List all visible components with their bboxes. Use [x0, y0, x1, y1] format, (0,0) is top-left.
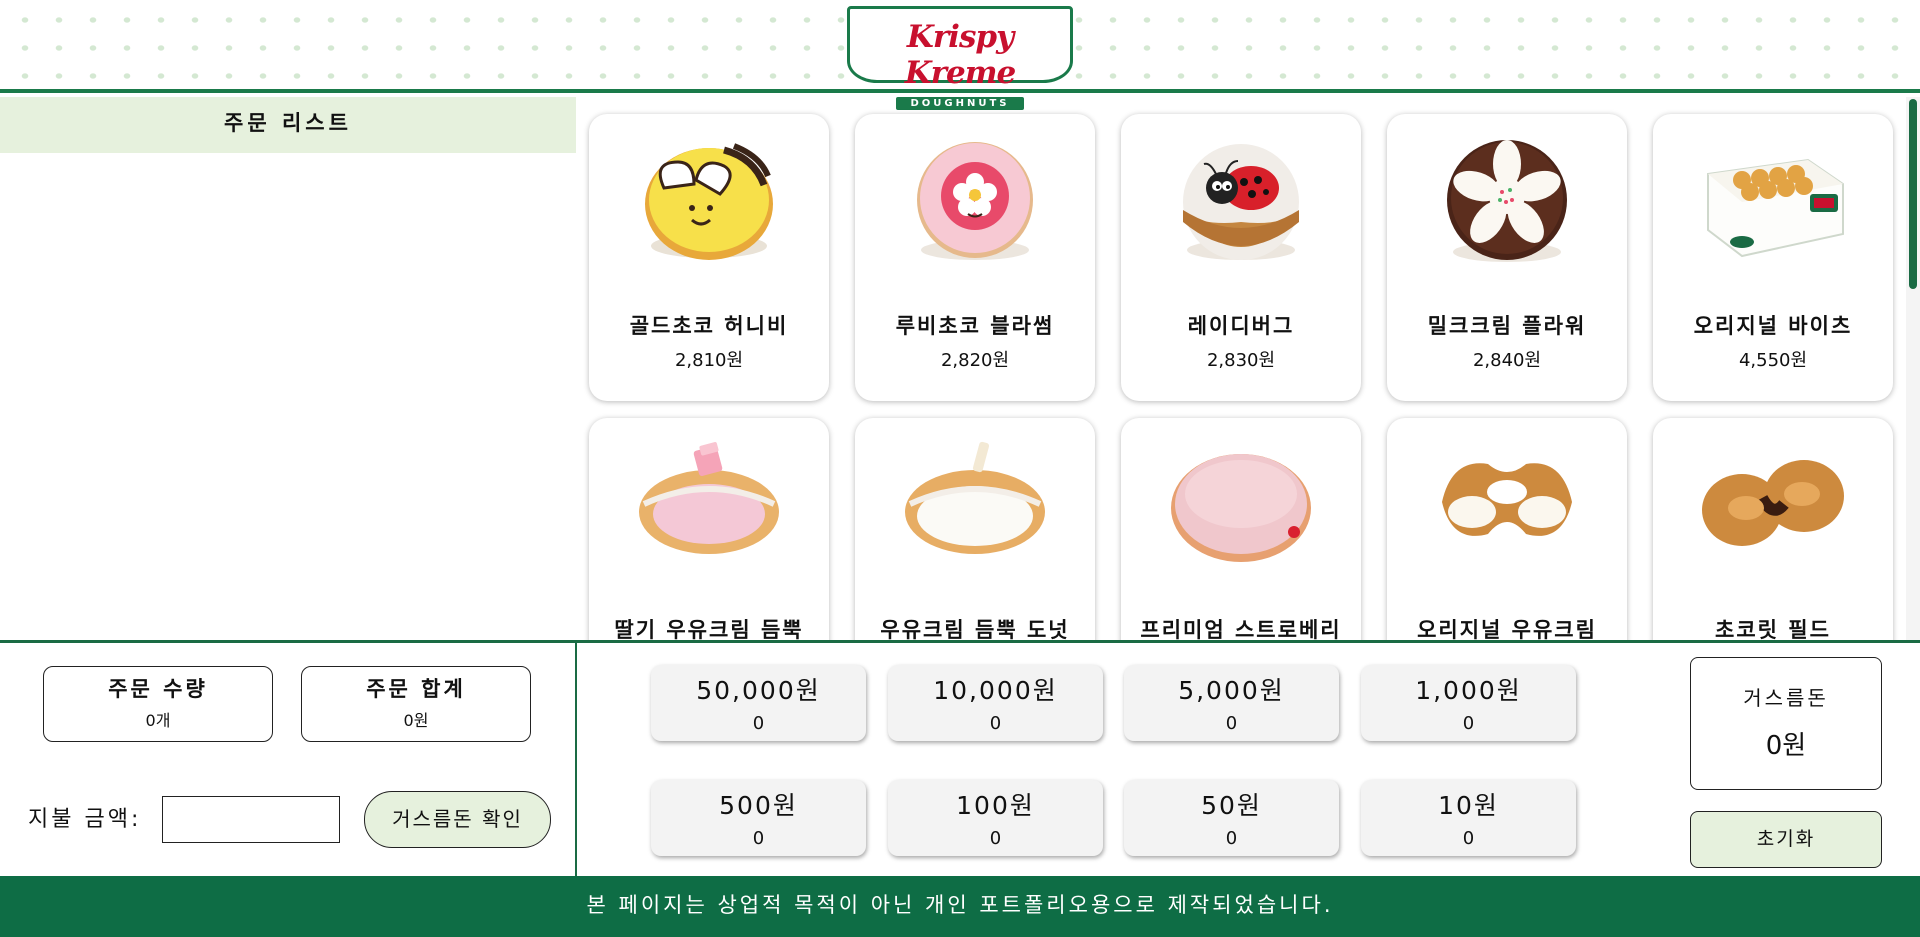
milk-cream-donut-image	[905, 441, 1045, 554]
krispy-kreme-logo[interactable]: Krispy Kreme DOUGHNUTS	[847, 6, 1073, 110]
footer-notice: 본 페이지는 상업적 목적이 아닌 개인 포트폴리오용으로 제작되었습니다.	[0, 876, 1920, 937]
order-list-title: 주문 리스트	[0, 97, 576, 153]
logo-script: Krispy Kreme	[904, 19, 1017, 91]
header: Krispy Kreme DOUGHNUTS	[0, 0, 1920, 110]
chocolate-filled-donut-image	[1702, 460, 1844, 546]
product-price: 2,830원	[1206, 350, 1276, 371]
milk-cream-flower-donut-image	[1447, 140, 1567, 262]
product-price: 2,810원	[674, 350, 744, 371]
cash-denomination-count: 0	[989, 713, 1002, 734]
change-label: 거스름돈	[1743, 686, 1829, 710]
cash-denomination-label: 100원	[956, 791, 1035, 820]
reset-button[interactable]: 초기화	[1690, 811, 1882, 868]
change-value: 0원	[1765, 731, 1807, 761]
check-change-button[interactable]: 거스름돈 확인	[364, 791, 551, 848]
product-card[interactable]: 우유크림 듬뿍 도넛	[855, 418, 1095, 640]
product-name: 루비초코 블라썸	[895, 314, 1055, 338]
cash-denomination-label: 5,000원	[1178, 676, 1285, 705]
cash-denomination-box: 10,000원 0	[888, 665, 1103, 741]
order-quantity-box: 주문 수량 0개	[43, 666, 273, 742]
payment-amount-label: 지불 금액:	[28, 807, 142, 832]
payment-amount-input[interactable]	[162, 796, 340, 843]
cash-denomination-box: 1,000원 0	[1361, 665, 1576, 741]
product-area: 골드초코 허니비 2,810원 루비초코 블라썸 2,820원 레이디버그 2,…	[576, 97, 1920, 640]
product-price: 2,840원	[1472, 350, 1542, 371]
cash-denomination-count: 0	[752, 828, 765, 849]
panel-divider	[575, 643, 577, 876]
order-total-label: 주문 합계	[366, 677, 466, 701]
cash-denomination-label: 50원	[1201, 791, 1262, 820]
order-list-panel: 주문 리스트	[0, 97, 576, 640]
original-bites-box-image	[1707, 158, 1844, 258]
product-card[interactable]: 레이디버그 2,830원	[1121, 114, 1361, 401]
product-card[interactable]: 프리미엄 스트로베리	[1121, 418, 1361, 640]
cash-denomination-box: 50원 0	[1124, 780, 1339, 856]
cash-denomination-label: 10원	[1438, 791, 1499, 820]
product-card[interactable]: 오리지널 우유크림	[1387, 418, 1627, 640]
product-name: 프리미엄 스트로베리	[1140, 618, 1342, 640]
product-name: 딸기 우유크림 듬뿍	[614, 618, 804, 640]
scrollbar-thumb[interactable]	[1909, 99, 1917, 289]
product-name: 오리지널 바이츠	[1693, 314, 1853, 338]
cash-denomination-count: 0	[1225, 828, 1238, 849]
product-card[interactable]: 루비초코 블라썸 2,820원	[855, 114, 1095, 401]
cash-denomination-count: 0	[1462, 828, 1475, 849]
original-milk-cream-donut-image	[1442, 463, 1572, 536]
product-name: 밀크크림 플라워	[1427, 314, 1587, 338]
order-quantity-value: 0개	[145, 711, 171, 730]
cash-denomination-box: 5,000원 0	[1124, 665, 1339, 741]
cash-denomination-box: 500원 0	[651, 780, 866, 856]
cash-denomination-box: 50,000원 0	[651, 665, 866, 741]
change-box: 거스름돈 0원	[1690, 657, 1882, 790]
cash-denomination-count: 0	[1225, 713, 1238, 734]
cash-denomination-label: 10,000원	[933, 676, 1058, 705]
cash-denomination-box: 100원 0	[888, 780, 1103, 856]
cash-denomination-count: 0	[752, 713, 765, 734]
cash-denomination-label: 50,000원	[696, 676, 821, 705]
product-name: 초코릿 필드	[1715, 618, 1831, 640]
product-card[interactable]: 오리지널 바이츠 4,550원	[1653, 114, 1893, 401]
product-price: 2,820원	[940, 350, 1010, 371]
product-card[interactable]: 딸기 우유크림 듬뿍	[589, 418, 829, 640]
product-scrollbar[interactable]	[1906, 97, 1920, 640]
product-name: 우유크림 듬뿍 도넛	[880, 618, 1070, 640]
product-card[interactable]: 밀크크림 플라워 2,840원	[1387, 114, 1627, 401]
payment-panel: 주문 수량 0개 주문 합계 0원 지불 금액: 거스름돈 확인 50,000원…	[0, 640, 1920, 876]
cash-denomination-count: 0	[989, 828, 1002, 849]
product-name: 오리지널 우유크림	[1417, 618, 1597, 640]
honeybee-donut-image	[645, 143, 773, 260]
product-name: 레이디버그	[1187, 314, 1295, 338]
premium-strawberry-donut-image	[1171, 454, 1311, 562]
ladybug-donut-image	[1183, 144, 1299, 260]
product-card[interactable]: 골드초코 허니비 2,810원	[589, 114, 829, 401]
order-total-box: 주문 합계 0원	[301, 666, 531, 742]
order-total-value: 0원	[403, 711, 429, 730]
cash-denomination-label: 1,000원	[1415, 676, 1522, 705]
product-price: 4,550원	[1738, 350, 1808, 371]
cash-denomination-count: 0	[1462, 713, 1475, 734]
cash-denomination-label: 500원	[719, 791, 798, 820]
cash-denomination-box: 10원 0	[1361, 780, 1576, 856]
product-card[interactable]: 초코릿 필드	[1653, 418, 1893, 640]
strawberry-milk-cream-donut-image	[639, 442, 779, 554]
order-quantity-label: 주문 수량	[108, 677, 208, 701]
ruby-blossom-donut-image	[917, 142, 1033, 260]
product-name: 골드초코 허니비	[629, 314, 789, 338]
